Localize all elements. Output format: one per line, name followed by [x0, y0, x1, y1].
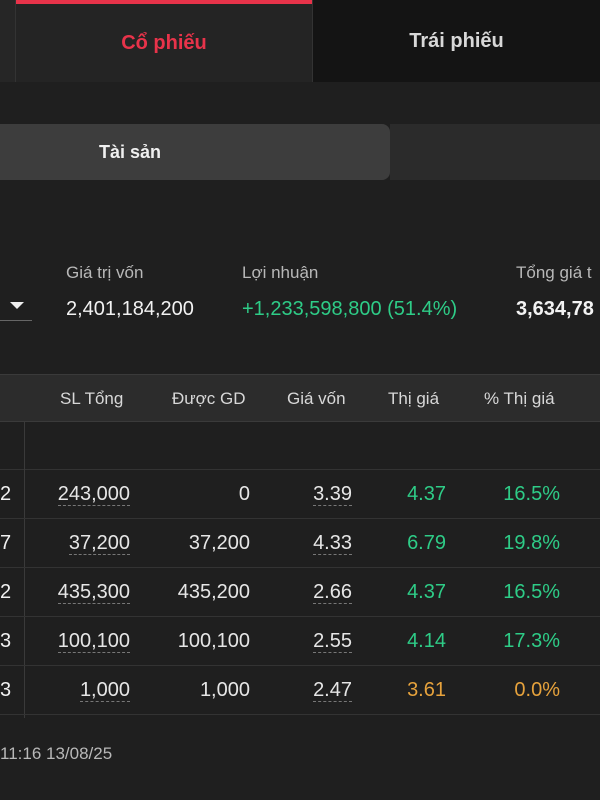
cell-total-qty-value: 37,200 [68, 532, 130, 555]
cell-market-pct: 0.0% [514, 679, 560, 701]
cell-symbol: 3 [0, 679, 12, 701]
cell-cost-price-value: 3.39 [313, 483, 352, 506]
view-segment: Tài sản [0, 124, 600, 180]
portfolio-summary: Giá trị vốn 2,401,184,200 Lợi nhuận +1,2… [0, 255, 600, 335]
cell-cost-price[interactable]: 2.47 [313, 666, 352, 715]
segment-other[interactable] [390, 124, 600, 180]
tab-bonds[interactable]: Trái phiếu [312, 0, 600, 82]
cell-total-qty[interactable]: 1,000 [79, 666, 130, 715]
cell-cost-price[interactable]: 3.39 [313, 470, 352, 519]
cell-tradable: 100,100 [177, 630, 250, 652]
cell-cost-price[interactable]: 2.55 [313, 617, 352, 666]
cell-total-qty-value: 1,000 [79, 679, 130, 702]
cell-market-pct: 17.3% [503, 630, 560, 652]
capital-label: Giá trị vốn [66, 263, 144, 282]
header-tradable[interactable]: Được GD [172, 375, 246, 423]
header-market-pct[interactable]: % Thị giá [484, 375, 555, 423]
cell-market-price: 3.61 [407, 679, 446, 701]
total-value: 3,634,78 [516, 298, 594, 320]
header-market-price[interactable]: Thị giá [388, 375, 439, 423]
asset-type-tabs: Cổ phiếu Trái phiếu [0, 0, 600, 82]
table-row[interactable]: 7 37,200 37,200 4.33 6.79 19.8% [0, 519, 600, 568]
header-cost-price[interactable]: Giá vốn [287, 375, 346, 423]
cell-symbol: 7 [0, 532, 12, 554]
cell-total-qty[interactable]: 37,200 [68, 519, 130, 568]
cell-tradable: 435,200 [177, 581, 250, 603]
total-value-label: Tổng giá t [516, 263, 592, 282]
tab-bonds-label: Trái phiếu [409, 29, 504, 52]
cell-market-pct: 16.5% [503, 581, 560, 603]
profit-label: Lợi nhuận [242, 263, 319, 282]
cell-symbol: 2 [0, 581, 12, 603]
table-row[interactable]: 2 435,300 435,200 2.66 4.37 16.5% [0, 568, 600, 617]
cell-symbol: 2 [0, 483, 12, 505]
cell-tradable: 0 [238, 483, 250, 505]
cell-market-price: 4.37 [407, 483, 446, 505]
cell-cost-price-value: 2.55 [313, 630, 352, 653]
cell-total-qty-value: 243,000 [57, 483, 130, 506]
cell-market-pct: 16.5% [503, 483, 560, 505]
cell-cost-price[interactable]: 2.66 [313, 568, 352, 617]
holdings-table: SL Tổng Được GD Giá vốn Thị giá % Thị gi… [0, 374, 600, 718]
cell-market-price: 4.14 [407, 630, 446, 652]
cell-market-price: 6.79 [407, 532, 446, 554]
header-total-qty[interactable]: SL Tổng [60, 375, 123, 423]
profit-value: +1,233,598,800 (51.4%) [242, 298, 458, 320]
tab-left-partial[interactable] [0, 0, 16, 82]
cell-cost-price-value: 2.66 [313, 581, 352, 604]
cell-market-price: 4.37 [407, 581, 446, 603]
group-row [0, 422, 600, 470]
cell-total-qty[interactable]: 435,300 [57, 568, 130, 617]
caret-down-icon [10, 302, 24, 309]
cell-cost-price-value: 4.33 [313, 532, 352, 555]
cell-total-qty-value: 100,100 [57, 630, 130, 653]
table-row[interactable]: 3 100,100 100,100 2.55 4.14 17.3% [0, 617, 600, 666]
cell-symbol: 3 [0, 630, 12, 652]
cell-market-pct: 19.8% [503, 532, 560, 554]
segment-assets[interactable]: Tài sản [0, 124, 390, 180]
cell-tradable: 1,000 [199, 679, 250, 701]
segment-assets-label: Tài sản [98, 141, 162, 162]
table-row[interactable]: 2 243,000 0 3.39 4.37 16.5% [0, 470, 600, 519]
tab-stocks-label: Cổ phiếu [121, 31, 207, 54]
cell-cost-price-value: 2.47 [313, 679, 352, 702]
table-header: SL Tổng Được GD Giá vốn Thị giá % Thị gi… [0, 374, 600, 422]
capital-value: 2,401,184,200 [66, 298, 194, 320]
cell-tradable: 37,200 [188, 532, 250, 554]
table-row[interactable]: 3 1,000 1,000 2.47 3.61 0.0% [0, 666, 600, 715]
tab-stocks[interactable]: Cổ phiếu [16, 0, 312, 82]
update-timestamp: 11:16 13/08/25 [0, 744, 113, 763]
cell-total-qty[interactable]: 100,100 [57, 617, 130, 666]
cell-total-qty-value: 435,300 [57, 581, 130, 604]
cell-total-qty[interactable]: 243,000 [57, 470, 130, 519]
account-dropdown[interactable] [0, 289, 32, 321]
cell-cost-price[interactable]: 4.33 [313, 519, 352, 568]
